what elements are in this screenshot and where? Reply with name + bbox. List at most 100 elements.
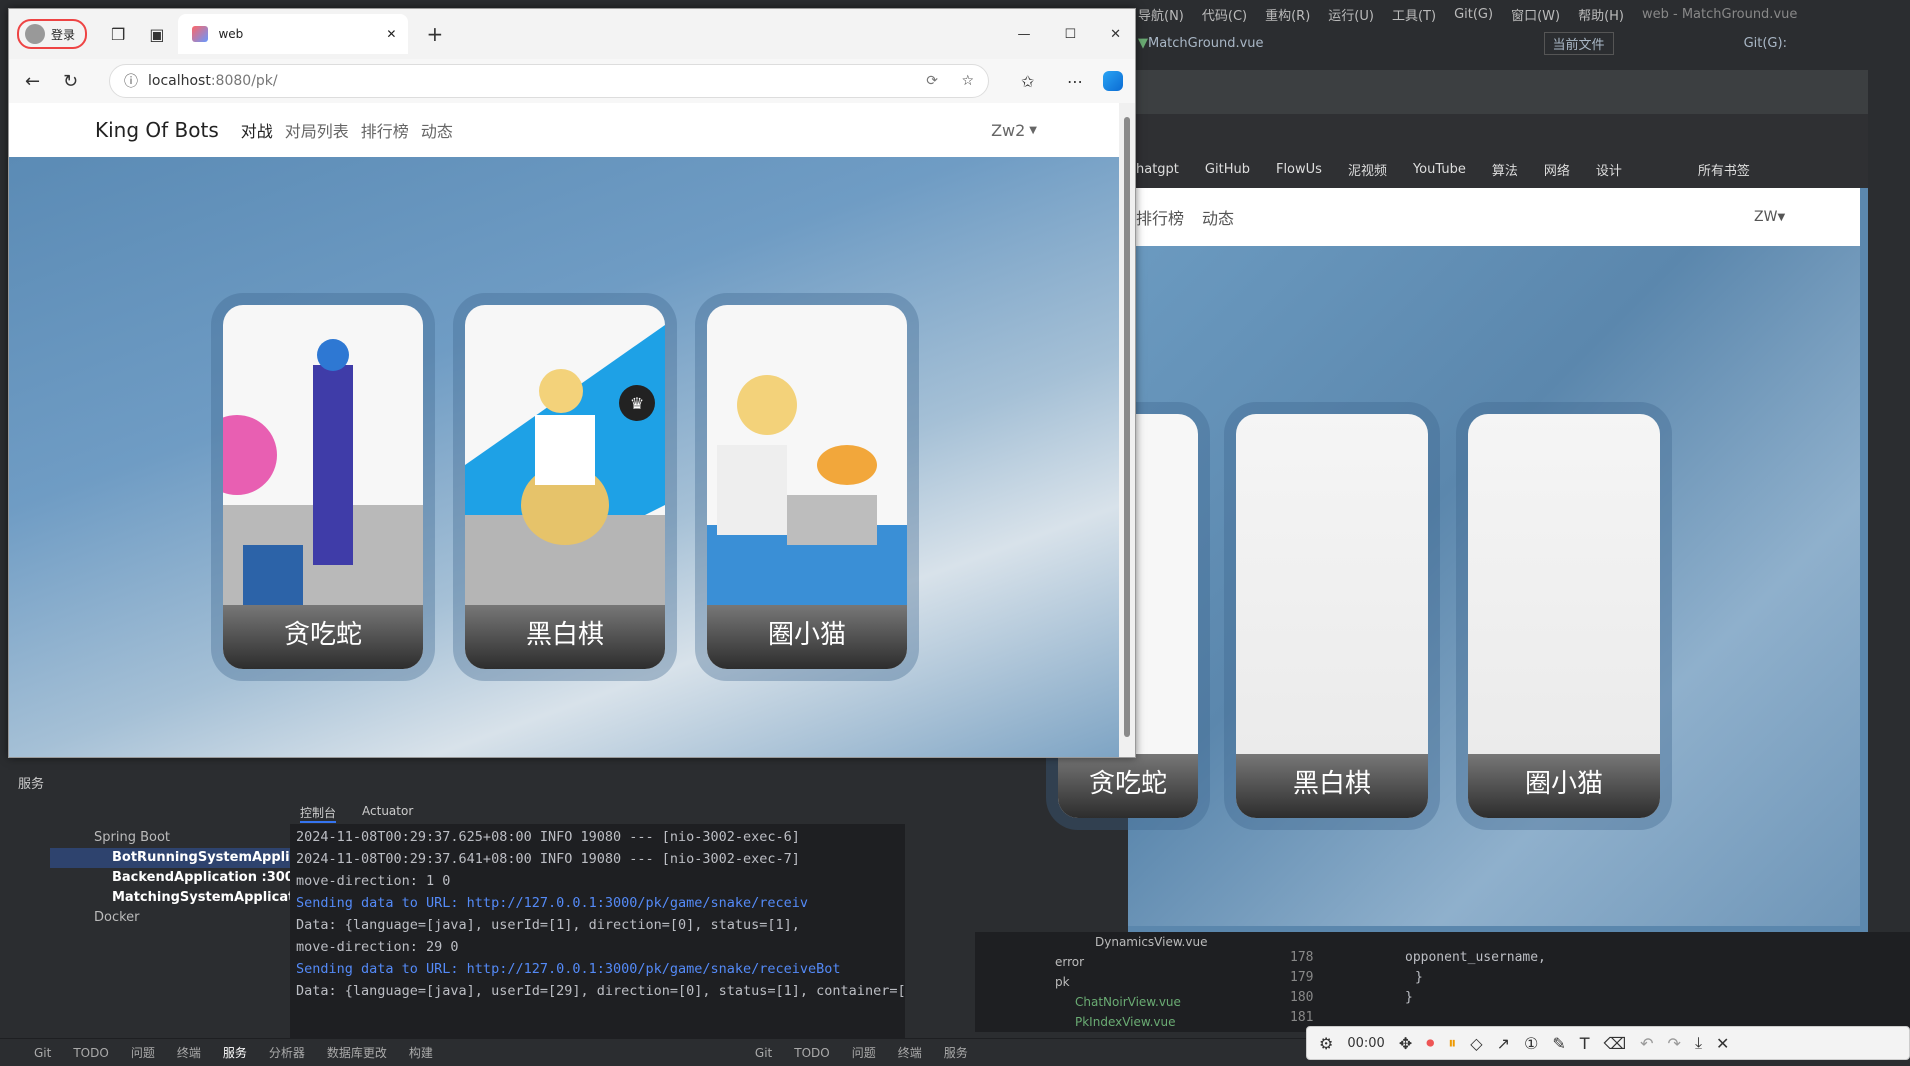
menu-item[interactable]: 代码(C) <box>1202 5 1247 24</box>
menu-item[interactable]: 重构(R) <box>1265 5 1310 24</box>
nav-dynamics[interactable]: 动态 <box>421 118 453 142</box>
pen-icon[interactable]: ✎ <box>1552 1034 1565 1053</box>
maximize-button[interactable]: ☐ <box>1064 27 1076 42</box>
status-git[interactable]: Git <box>34 1046 51 1060</box>
project-item[interactable]: ChatNoirView.vue <box>995 992 1245 1012</box>
nav-ranklist[interactable]: 排行榜 <box>1136 205 1184 229</box>
project-item[interactable]: PkIndexView.vue <box>995 1012 1245 1032</box>
read-aloud-icon[interactable]: ⟳ <box>926 73 938 89</box>
move-icon[interactable]: ✥ <box>1399 1034 1412 1053</box>
tab-actuator[interactable]: Actuator <box>362 804 413 823</box>
menu-item[interactable]: 导航(N) <box>1138 5 1184 24</box>
game-card-snake[interactable]: 贪吃蛇 <box>223 305 423 669</box>
text-icon[interactable]: T <box>1580 1034 1590 1053</box>
tree-node[interactable]: MatchingSystemApplication <box>50 888 317 908</box>
tab-actions-icon[interactable]: ▣ <box>149 25 164 44</box>
code-line: opponent_username, <box>1405 950 1546 965</box>
file-tab[interactable]: MatchGround.vue <box>1148 36 1264 51</box>
copilot-icon[interactable] <box>1103 71 1123 91</box>
stop-icon[interactable]: ⏺ <box>1426 1033 1434 1053</box>
current-file-select[interactable]: 当前文件 <box>1543 31 1614 55</box>
browser-tab[interactable]: web ✕ <box>178 14 409 54</box>
menu-item[interactable]: 运行(U) <box>1328 5 1374 24</box>
status-git-2[interactable]: Git <box>755 1046 772 1060</box>
snake-illustration <box>223 339 423 605</box>
close-window-button[interactable]: ✕ <box>1110 27 1121 42</box>
status-todo[interactable]: TODO <box>73 1046 108 1060</box>
project-item[interactable]: DynamicsView.vue <box>995 932 1245 952</box>
status-problems-2[interactable]: 问题 <box>852 1044 876 1061</box>
tree-node[interactable]: BackendApplication :3000/ <box>50 868 308 888</box>
console-output: 2024-11-08T00:29:37.625+08:00 INFO 19080… <box>290 824 905 1054</box>
undo-icon[interactable]: ↶ <box>1640 1034 1653 1053</box>
tab-console[interactable]: 控制台 <box>300 804 337 823</box>
redo-icon[interactable]: ↷ <box>1668 1034 1681 1053</box>
number-icon[interactable]: ① <box>1524 1034 1538 1053</box>
back-icon[interactable]: ← <box>25 71 40 92</box>
tree-node[interactable]: BotRunningSystemApplicatic <box>50 848 324 868</box>
bookmark[interactable]: YouTube <box>1413 162 1466 177</box>
page-scrollbar[interactable] <box>1119 103 1135 757</box>
status-problems[interactable]: 问题 <box>131 1044 155 1061</box>
status-build[interactable]: 构建 <box>409 1044 433 1061</box>
pause-icon[interactable]: ⏸ <box>1448 1033 1456 1053</box>
bookmark[interactable]: 所有书签 <box>1698 160 1750 179</box>
game-card-reversi[interactable]: 黑白棋 <box>1236 414 1428 818</box>
user-dropdown[interactable]: Zw2 <box>991 121 1025 140</box>
tree-node[interactable]: Spring Boot <box>50 828 290 848</box>
second-hero: 贪吃蛇 黑白棋 圈小猫 <box>1058 246 1860 926</box>
status-services-2[interactable]: 服务 <box>944 1044 968 1061</box>
favorites-icon[interactable]: ✩ <box>1021 72 1034 91</box>
nav-record[interactable]: 对局列表 <box>285 118 349 142</box>
nav-ranklist[interactable]: 排行榜 <box>361 118 409 142</box>
status-profiler[interactable]: 分析器 <box>269 1044 305 1061</box>
menu-item[interactable]: Git(G) <box>1454 7 1493 22</box>
bookmark[interactable]: FlowUs <box>1276 162 1322 177</box>
tree-node[interactable]: Docker <box>50 908 290 928</box>
status-terminal[interactable]: 终端 <box>177 1044 201 1061</box>
minimize-button[interactable]: — <box>1017 27 1030 42</box>
shape-icon[interactable]: ◇ <box>1470 1034 1482 1053</box>
game-card-cat[interactable]: 圈小猫 <box>1468 414 1660 818</box>
arrow-icon[interactable]: ↗ <box>1497 1034 1510 1053</box>
favorite-star-icon[interactable]: ☆ <box>961 73 974 89</box>
download-icon[interactable]: ⤓ <box>1695 1033 1702 1053</box>
settings-icon[interactable]: ⚙ <box>1319 1034 1333 1053</box>
workspaces-icon[interactable]: ❒ <box>111 25 125 44</box>
status-db[interactable]: 数据库更改 <box>327 1044 387 1061</box>
login-button[interactable]: 登录 <box>17 19 88 49</box>
bookmark[interactable]: 设计 <box>1596 160 1622 179</box>
bookmark[interactable]: GitHub <box>1205 162 1250 177</box>
project-item[interactable]: error <box>995 952 1245 972</box>
line-number: 179 <box>1290 970 1314 985</box>
menu-item[interactable]: 帮助(H) <box>1578 5 1624 24</box>
game-card-reversi[interactable]: ♛ 黑白棋 <box>465 305 665 669</box>
code-line: } <box>1415 970 1423 985</box>
new-tab-button[interactable]: + <box>426 22 443 46</box>
console-line: 2024-11-08T00:29:37.641+08:00 INFO 19080… <box>296 851 800 867</box>
status-todo-2[interactable]: TODO <box>794 1046 829 1060</box>
user-dropdown[interactable]: ZW <box>1754 209 1777 225</box>
game-card-cat[interactable]: 圈小猫 <box>707 305 907 669</box>
more-icon[interactable]: ⋯ <box>1067 72 1083 91</box>
close-icon[interactable]: ✕ <box>1716 1034 1729 1053</box>
nav-dynamics[interactable]: 动态 <box>1202 205 1234 229</box>
scroll-thumb[interactable] <box>1124 117 1130 737</box>
refresh-icon[interactable]: ↻ <box>63 71 78 92</box>
menu-item[interactable]: 窗口(W) <box>1511 5 1560 24</box>
tab-close-icon[interactable]: ✕ <box>386 27 396 41</box>
status-services[interactable]: 服务 <box>223 1044 247 1061</box>
menu-item[interactable]: 工具(T) <box>1392 5 1436 24</box>
bookmark[interactable]: 网络 <box>1544 160 1570 179</box>
bookmark[interactable]: 算法 <box>1492 160 1518 179</box>
second-browser-tabbar <box>1128 70 1868 114</box>
url-field[interactable]: ⓘ localhost:8080/pk/ ⟳ ☆ <box>109 64 989 98</box>
project-item[interactable]: pk <box>995 972 1245 992</box>
brand[interactable]: King Of Bots <box>95 118 219 142</box>
status-terminal-2[interactable]: 终端 <box>898 1044 922 1061</box>
console-tabs: 控制台 Actuator <box>300 804 413 823</box>
eraser-icon[interactable]: ⌫ <box>1604 1034 1627 1053</box>
bookmark[interactable]: hatgpt <box>1136 162 1179 177</box>
bookmark[interactable]: 泥视频 <box>1348 160 1387 179</box>
nav-pk[interactable]: 对战 <box>241 118 273 142</box>
